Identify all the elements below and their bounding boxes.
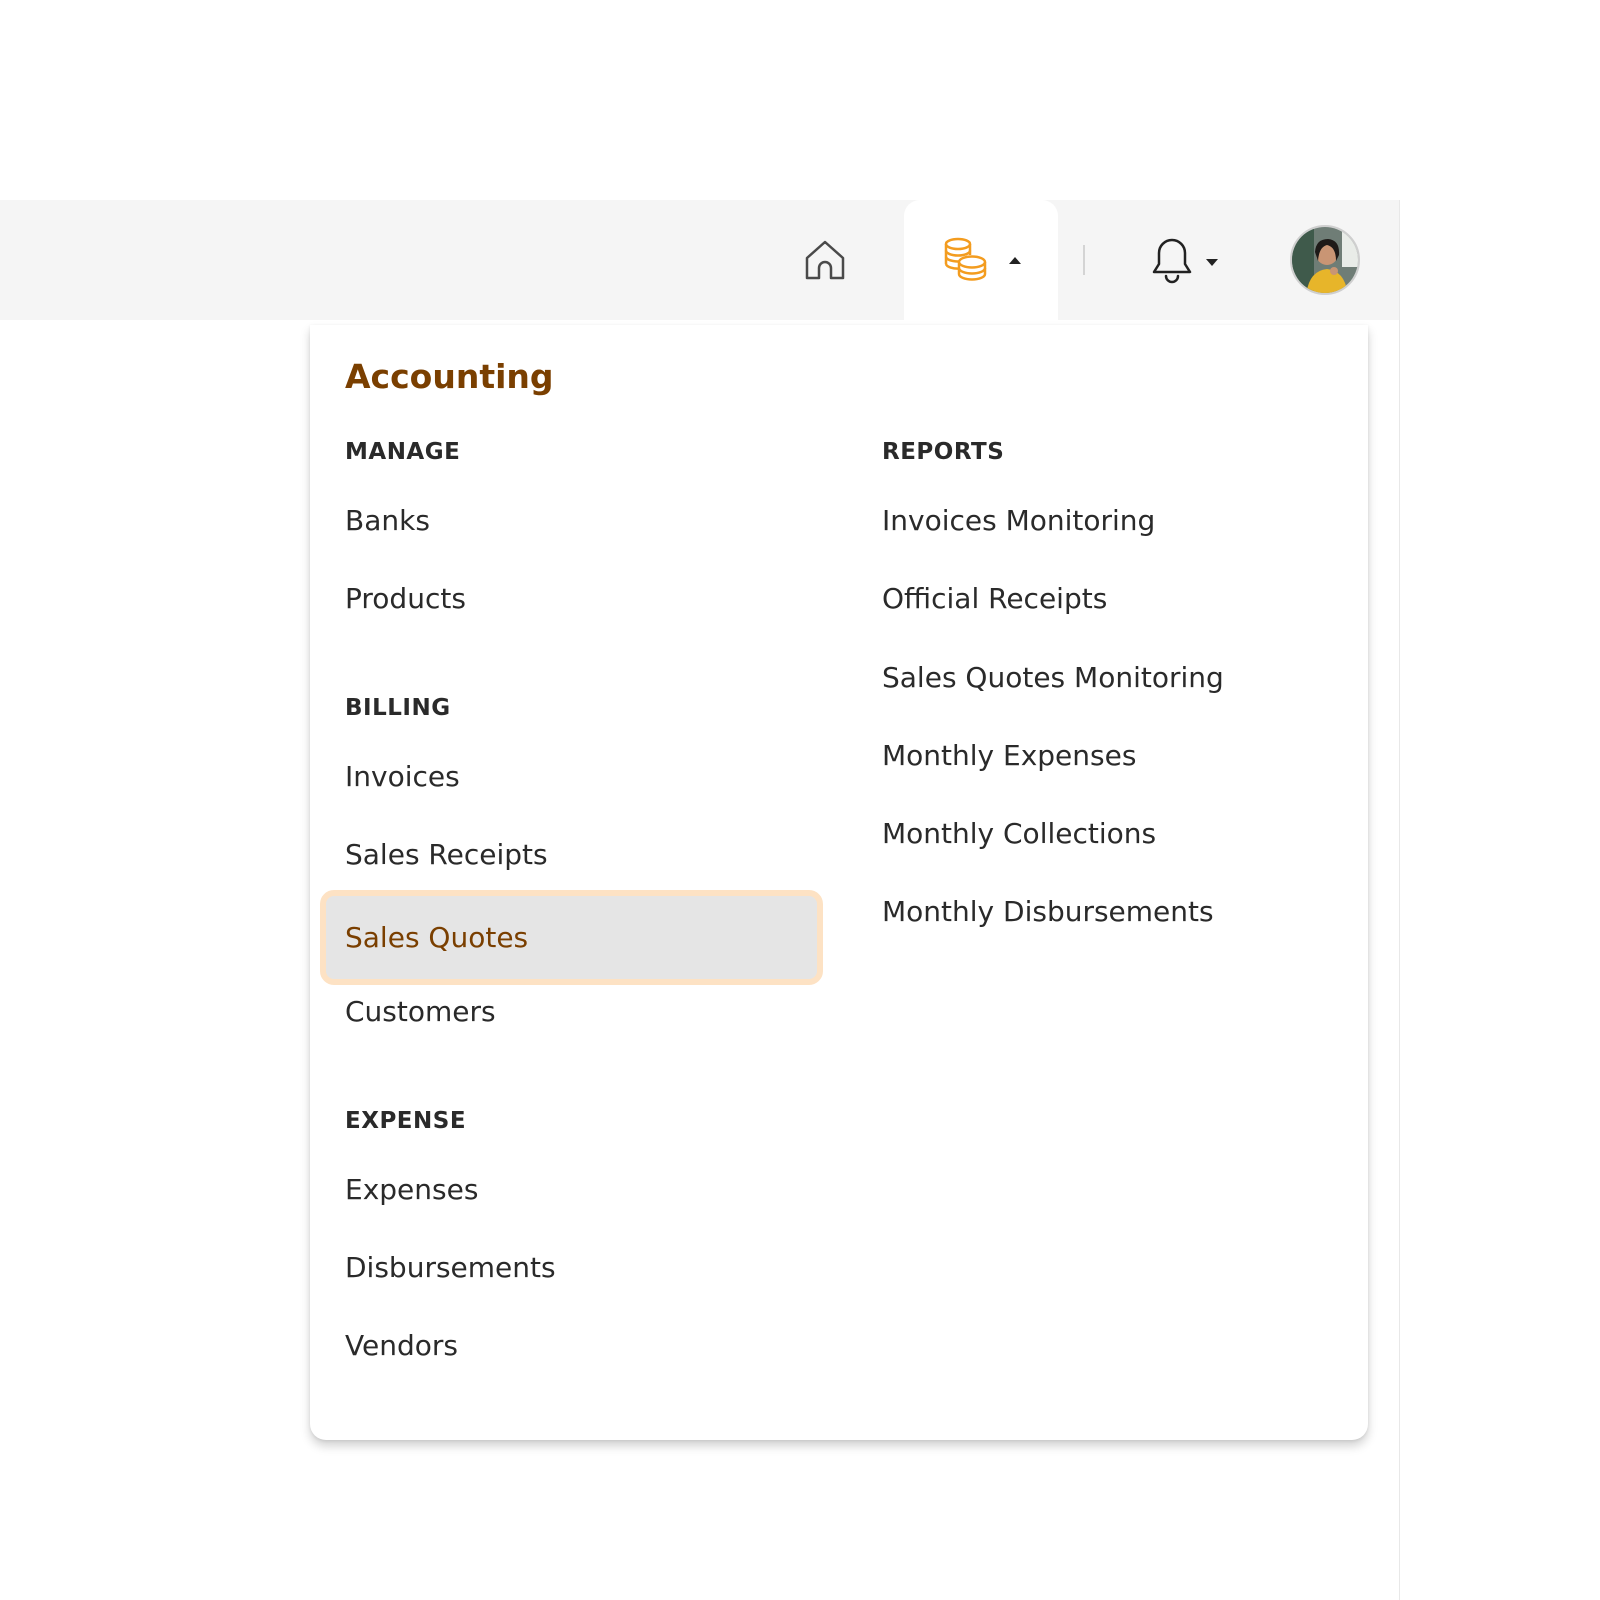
menu-item-official-receipts[interactable]: Official Receipts [882,582,1107,615]
menu-item-sales-quotes-monitoring[interactable]: Sales Quotes Monitoring [882,661,1224,694]
menu-item-monthly-disbursements[interactable]: Monthly Disbursements [882,895,1214,928]
menu-item-banks[interactable]: Banks [345,504,430,537]
caret-down-icon [1206,258,1218,266]
menu-item-sales-quotes[interactable]: Sales Quotes [320,890,823,985]
user-avatar[interactable] [1290,225,1360,295]
caret-up-icon [1009,257,1021,264]
notifications-button[interactable] [1140,232,1240,292]
home-icon [801,236,849,288]
menu-item-customers[interactable]: Customers [345,995,496,1028]
menu-item-products[interactable]: Products [345,582,466,615]
menu-item-invoices-monitoring[interactable]: Invoices Monitoring [882,504,1155,537]
section-heading-manage: MANAGE [345,439,461,465]
menu-item-sales-receipts[interactable]: Sales Receipts [345,838,548,871]
coins-icon [941,236,989,286]
dropdown-title: Accounting [345,357,554,396]
section-heading-billing: BILLING [345,695,451,721]
menu-item-monthly-expenses[interactable]: Monthly Expenses [882,739,1136,772]
accounting-menu-button[interactable] [904,200,1058,325]
menu-item-invoices[interactable]: Invoices [345,760,460,793]
menu-item-monthly-collections[interactable]: Monthly Collections [882,817,1156,850]
menu-item-vendors[interactable]: Vendors [345,1329,458,1362]
accounting-dropdown: Accounting MANAGE Banks Products BILLING… [310,325,1368,1440]
content-edge-divider [1399,200,1400,1600]
section-heading-expense: EXPENSE [345,1108,467,1134]
nav-divider [1083,245,1085,275]
home-button[interactable] [795,232,855,292]
section-heading-reports: REPORTS [882,439,1005,465]
bell-icon [1150,236,1194,288]
menu-item-disbursements[interactable]: Disbursements [345,1251,556,1284]
menu-item-expenses[interactable]: Expenses [345,1173,478,1206]
